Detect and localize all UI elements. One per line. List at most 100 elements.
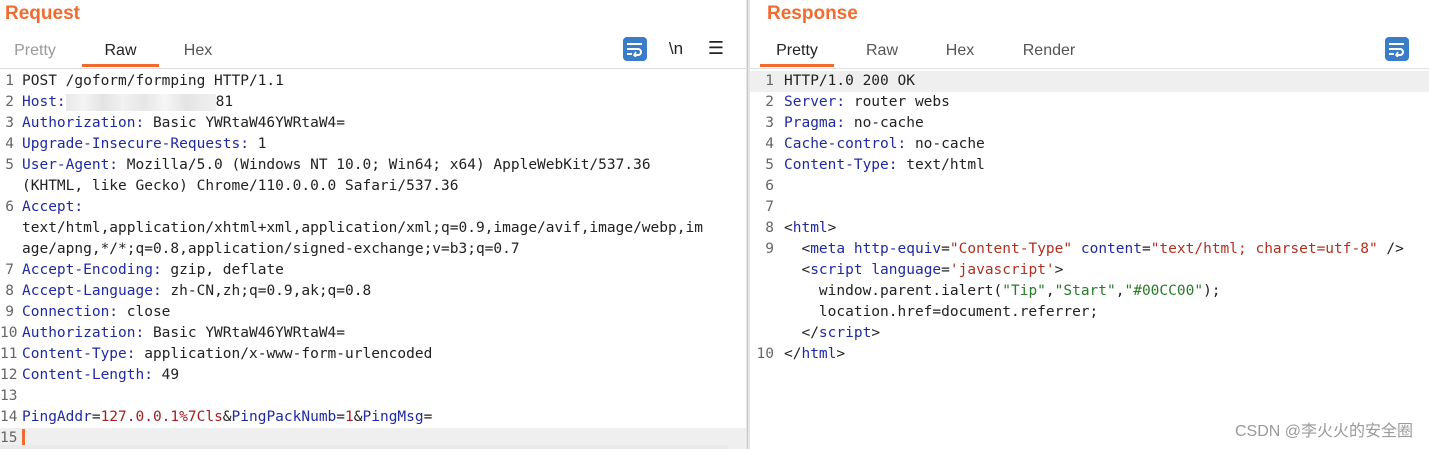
code-text: text/html,application/xhtml+xml,applicat…	[22, 218, 703, 239]
header-name: Accept-Encoding:	[22, 262, 162, 278]
tab-pretty[interactable]: Pretty	[0, 37, 70, 66]
header-value: text/html,application/xhtml+xml,applicat…	[22, 220, 703, 236]
header-value: Basic YWRtaW46YWRtaW4=	[144, 115, 346, 131]
header-name: User-Agent:	[22, 157, 119, 173]
code-text: (KHTML, like Gecko) Chrome/110.0.0.0 Saf…	[22, 176, 459, 197]
request-editor[interactable]: 1 POST /goform/formping HTTP/1.1 2 Host: 81 3…	[0, 71, 746, 449]
tab-hex[interactable]: Hex	[928, 37, 992, 66]
syntax-token: http-equiv	[853, 241, 942, 257]
code-text: Authorization: Basic YWRtaW46YWRtaW4=	[22, 323, 345, 344]
header-value: Mozilla/5.0 (Windows NT 10.0; Win64; x64…	[118, 157, 651, 173]
line-number: 2	[5, 94, 14, 110]
line-number: 7	[765, 199, 774, 215]
header-value: 1	[248, 136, 267, 152]
response-editor[interactable]: 1 HTTP/1.0 200 OK 2 Server: router webs 3 Pra…	[750, 71, 1429, 449]
code-line: 1 POST /goform/formping HTTP/1.1	[0, 71, 746, 92]
code-text: Authorization: Basic YWRtaW46YWRtaW4=	[22, 113, 345, 134]
code-text: </html>	[784, 344, 845, 365]
tab-raw[interactable]: Raw	[82, 37, 159, 67]
header-name: Host:	[22, 94, 66, 110]
code-line: 3 Authorization: Basic YWRtaW46YWRtaW4=	[0, 113, 746, 134]
code-text: window.parent.ialert("Tip","Start","#00C…	[784, 281, 1221, 302]
code-text: HTTP/1.0 200 OK	[784, 71, 915, 92]
syntax-token: script	[818, 325, 872, 341]
code-line: window.parent.ialert("Tip","Start","#00C…	[750, 281, 1429, 302]
code-line: age/apng,*/*;q=0.8,application/signed-ex…	[0, 239, 746, 260]
line-number: 13	[0, 388, 18, 404]
header-name: Cache-control:	[784, 136, 907, 152]
header-name: Accept:	[22, 199, 84, 215]
syntax-token: content	[1080, 241, 1142, 257]
line-number: 7	[5, 262, 14, 278]
code-text: <script language='javascript'>	[784, 260, 1063, 281]
header-value: router webs	[845, 94, 950, 110]
code-line: 12 Content-Length: 49	[0, 365, 746, 386]
header-name: Connection:	[22, 304, 119, 320]
line-number: 4	[765, 136, 774, 152]
response-tabs: Pretty Raw Hex Render	[750, 37, 1429, 69]
header-value: age/apng,*/*;q=0.8,application/signed-ex…	[22, 241, 520, 257]
plain-token: <	[784, 220, 793, 236]
menu-icon[interactable]: ☰	[704, 37, 728, 61]
line-number: 6	[5, 199, 14, 215]
separator: &	[222, 409, 232, 425]
line-number: 9	[765, 241, 774, 257]
wrap-icon[interactable]	[1385, 37, 1409, 61]
plain-token: </	[784, 325, 819, 341]
wrap-icon[interactable]	[623, 37, 647, 61]
response-title: Response	[767, 3, 858, 24]
code-text: Server: router webs	[784, 92, 950, 113]
code-text: location.href=document.referrer;	[784, 302, 1098, 323]
param-token: PingAddr	[22, 409, 92, 425]
plain-token: <	[784, 241, 811, 257]
code-text: Accept-Encoding: gzip, deflate	[22, 260, 284, 281]
plain-token: </	[784, 346, 802, 362]
tab-render[interactable]: Render	[1010, 37, 1088, 66]
tab-hex[interactable]: Hex	[166, 37, 230, 66]
code-line: 13	[0, 386, 746, 407]
tab-raw[interactable]: Raw	[850, 37, 914, 66]
code-line: (KHTML, like Gecko) Chrome/110.0.0.0 Saf…	[0, 176, 746, 197]
code-line: 10 </html>	[750, 344, 1429, 365]
code-text: Connection: close	[22, 302, 170, 323]
plain-token: />	[1377, 241, 1404, 257]
code-text: Content-Length: 49	[22, 365, 179, 386]
code-line: 14 PingAddr=127.0.0.1%7Cls&PingPackNumb=1…	[0, 407, 746, 428]
code-text: Pragma: no-cache	[784, 113, 924, 134]
plain-token: >	[836, 346, 846, 362]
header-value: no-cache	[906, 136, 985, 152]
request-title: Request	[5, 3, 80, 24]
code-line: 6	[750, 176, 1429, 197]
code-line: 9 <meta http-equiv="Content-Type" conten…	[750, 239, 1429, 260]
plain-token: window.parent.ialert(	[784, 283, 1003, 299]
line-number: 3	[765, 115, 774, 131]
request-scrollbar[interactable]	[0, 445, 728, 449]
plain-token: =	[941, 262, 950, 278]
line-number: 10	[0, 325, 18, 341]
code-line: 2 Server: router webs	[750, 92, 1429, 113]
syntax-token: language	[871, 262, 942, 278]
tab-pretty[interactable]: Pretty	[760, 37, 834, 67]
code-text: <meta http-equiv="Content-Type" content=…	[784, 239, 1404, 260]
code-line: </script>	[750, 323, 1429, 344]
syntax-token: "text/html; charset=utf-8"	[1150, 241, 1378, 257]
header-name: POST /goform/formping HTTP/1.1	[22, 73, 284, 89]
line-number: 1	[5, 73, 14, 89]
code-line: 3 Pragma: no-cache	[750, 113, 1429, 134]
header-value: close	[118, 304, 171, 320]
line-number: 9	[5, 304, 14, 320]
line-number: 5	[5, 157, 14, 173]
plain-token: >	[1054, 262, 1064, 278]
line-number: 8	[765, 220, 774, 236]
header-value: 49	[152, 367, 180, 383]
param-token: PingMsg	[362, 409, 424, 425]
header-value: no-cache	[845, 115, 924, 131]
code-text: Accept-Language: zh-CN,zh;q=0.9,ak;q=0.8	[22, 281, 371, 302]
code-line: <script language='javascript'>	[750, 260, 1429, 281]
watermark: CSDN @李火火的安全圈	[1234, 423, 1413, 440]
newline-icon[interactable]: \n	[664, 37, 688, 61]
line-number: 1	[765, 73, 774, 89]
plain-token: ,	[1045, 283, 1055, 299]
syntax-token: script	[810, 262, 863, 278]
